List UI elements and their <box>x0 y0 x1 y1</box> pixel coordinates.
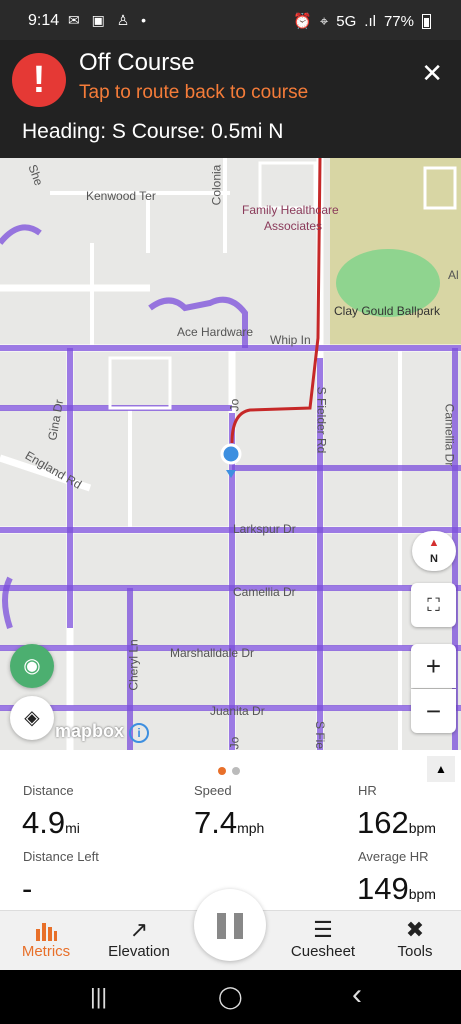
collapse-button[interactable]: ▲ <box>427 756 455 782</box>
tab-cuesheet[interactable]: ☰ Cuesheet <box>278 911 368 971</box>
banner-subtitle[interactable]: Tap to route back to course <box>79 82 308 104</box>
label-ace-hardware: Ace Hardware <box>177 325 254 339</box>
hr-value: 162bpm <box>357 805 436 841</box>
bar-chart-svg <box>36 923 57 941</box>
heading-course-text: Heading: S Course: 0.5mi N <box>22 120 284 143</box>
label-colonia: Colonia <box>209 164 224 206</box>
minus-icon: − <box>425 696 442 726</box>
battery-icon <box>422 13 431 29</box>
back-icon[interactable]: ‹ <box>352 978 362 1012</box>
page-dot-active <box>218 767 226 775</box>
distance-unit: mi <box>65 820 80 836</box>
distance-left-value: - <box>22 871 33 906</box>
avg-hr-number: 149 <box>357 871 409 906</box>
status-bar: 9:14 ✉ ▣ ♙ • ⏰ ⌖ 5G .ıl 77% <box>0 0 461 40</box>
page-dot <box>232 767 241 775</box>
label-family-healthcare: Family Healthcare <box>242 203 339 217</box>
map-layers-button[interactable]: ◈ <box>10 696 54 740</box>
avg-hr-unit: bpm <box>408 886 436 902</box>
label-associates: Associates <box>264 219 323 233</box>
network-type: 5G <box>336 12 357 30</box>
tab-tools[interactable]: ✖ Tools <box>370 911 460 971</box>
tab-metrics-label: Metrics <box>21 943 71 960</box>
tab-cuesheet-label: Cuesheet <box>290 943 356 960</box>
hr-unit: bpm <box>408 820 436 836</box>
course-route <box>230 158 322 444</box>
tab-elevation[interactable]: ↗ Elevation <box>94 911 184 971</box>
avg-hr-value: 149bpm <box>357 871 436 907</box>
alarm-icon: ⏰ <box>293 13 312 30</box>
live-tracking-button[interactable]: ◉ <box>10 644 54 688</box>
label-al: Al <box>448 268 459 282</box>
page-indicator <box>218 762 242 780</box>
signal-icon: .ıl <box>364 12 376 30</box>
mapbox-attribution[interactable]: mapbox i <box>55 721 150 743</box>
hr-number: 162 <box>357 805 409 840</box>
alert-icon: ! <box>12 53 66 107</box>
hr-label: HR <box>358 783 377 798</box>
distance-label: Distance <box>23 783 74 798</box>
tools-icon: ✖ <box>405 917 425 942</box>
label-larkspur: Larkspur Dr <box>233 522 296 536</box>
label-fielder-2: S Fie <box>313 720 328 750</box>
label-camellia: Camellia Dr <box>233 585 296 599</box>
pause-button[interactable] <box>194 889 266 961</box>
distance-value: 4.9mi <box>22 805 80 841</box>
tab-metrics[interactable]: Metrics <box>1 911 91 971</box>
tab-tools-label: Tools <box>397 943 433 960</box>
label-kenwood: Kenwood Ter <box>86 189 156 203</box>
speed-number: 7.4 <box>194 805 238 840</box>
speed-value: 7.4mph <box>194 805 264 841</box>
bottom-nav: Metrics ↗ Elevation ☰ Cuesheet ✖ Tools <box>0 889 461 971</box>
layers-icon: ◈ <box>24 707 40 729</box>
label-jo-2: Jo <box>227 736 242 750</box>
compass-north-icon: ▲ <box>428 537 440 549</box>
label-juanita: Juanita Dr <box>210 704 265 718</box>
metrics-panel[interactable]: ▲ Distance 4.9mi Speed 7.4mph HR 162bpm … <box>0 750 461 910</box>
battery-percent: 77% <box>383 12 414 30</box>
pause-icon-bar <box>234 913 243 939</box>
plus-icon: + <box>425 651 442 681</box>
fullscreen-icon: ⛶ <box>427 595 440 615</box>
banner-title: Off Course <box>79 49 195 76</box>
recents-icon[interactable]: ||| <box>90 984 107 1010</box>
label-clay-gould: Clay Gould Ballpark <box>334 304 441 318</box>
off-course-banner[interactable]: ! Off Course Tap to route back to course… <box>0 40 461 158</box>
label-fielder: S Fielder Rd <box>314 386 329 454</box>
location-icon: ⌖ <box>319 12 329 30</box>
info-icon[interactable]: i <box>129 723 150 743</box>
close-icon[interactable]: ✕ <box>421 58 443 89</box>
zoom-in-button[interactable]: + <box>411 644 456 688</box>
speed-label: Speed <box>194 783 232 798</box>
notification-icons: ✉ ▣ ♙ • <box>68 12 151 28</box>
speed-unit: mph <box>237 820 265 836</box>
status-time: 9:14 <box>28 12 60 29</box>
trend-icon: ↗ <box>129 917 149 942</box>
distance-number: 4.9 <box>22 805 66 840</box>
avg-hr-label: Average HR <box>358 849 429 864</box>
map-view[interactable]: Kenwood Ter Colonia She Family Healthcar… <box>0 158 461 750</box>
pause-icon <box>217 913 226 939</box>
broadcast-icon: ◉ <box>23 655 41 677</box>
tab-elevation-label: Elevation <box>108 943 170 960</box>
compass-button[interactable]: ▲ N <box>412 531 456 571</box>
list-icon: ☰ <box>313 917 333 942</box>
home-icon[interactable]: ◯ <box>218 984 243 1010</box>
map-canvas[interactable] <box>0 158 461 750</box>
label-whip-in: Whip In <box>270 333 311 347</box>
label-jo: Jo <box>227 398 242 412</box>
mapbox-logo: mapbox <box>55 721 125 741</box>
status-right: ⏰ ⌖ 5G .ıl 77% <box>293 12 431 30</box>
user-location-dot <box>220 443 242 465</box>
system-nav-bar: ||| ◯ ‹ <box>0 970 461 1024</box>
zoom-out-button[interactable]: − <box>411 689 456 733</box>
label-marshalldale: Marshalldale Dr <box>170 646 255 660</box>
label-camellia-right: Camellia Dr <box>442 403 457 467</box>
compass-letter: N <box>430 553 438 565</box>
bar-chart-icon <box>1 917 91 943</box>
distance-left-label: Distance Left <box>23 849 99 864</box>
label-cheryl: Cheryl Ln <box>126 639 141 691</box>
fullscreen-button[interactable]: ⛶ <box>411 583 456 627</box>
